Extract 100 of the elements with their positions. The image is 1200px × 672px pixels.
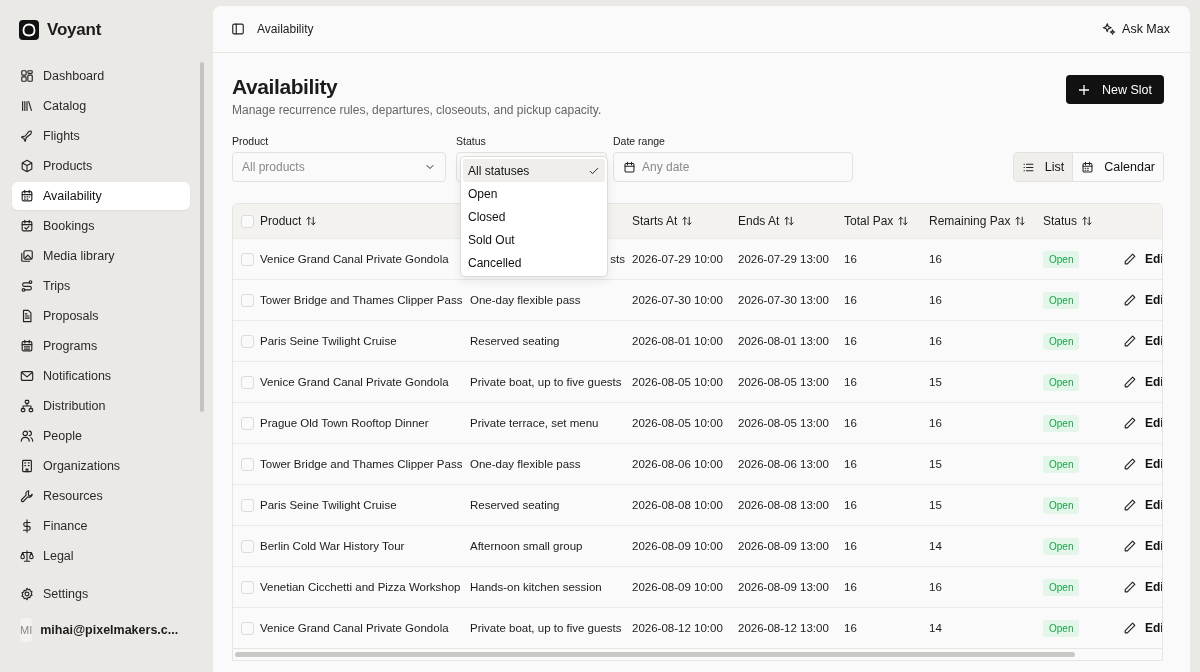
sidebar-item[interactable]: Finance [12,512,190,540]
status-badge: Open [1043,332,1080,350]
field-label: Date range [613,135,666,147]
sidebar-item[interactable]: Media library [12,242,190,270]
sidebar-item[interactable]: Availability [12,182,190,210]
table-cell: 2026-07-29 10:00 [632,253,723,265]
column-header[interactable]: Status [1043,214,1097,228]
dropdown-option[interactable]: Sold Out [463,228,605,251]
edit-button[interactable]: Edi [1123,457,1162,471]
ask-assistant-button[interactable]: Ask Max [1102,22,1170,36]
edit-button[interactable]: Edi [1123,621,1162,635]
checkbox[interactable] [241,416,254,430]
sort-icon [783,215,796,227]
column-header[interactable]: Product [260,214,321,228]
document-icon [20,309,34,323]
table-cell: 2026-07-30 10:00 [632,294,723,306]
grid-icon [20,69,34,83]
sidebar-item[interactable]: Dashboard [12,62,190,90]
edit-button[interactable]: Edi [1123,293,1162,307]
view-toggle[interactable]: List [1013,153,1073,181]
checkbox[interactable] [241,580,254,594]
edit-button[interactable]: Edi [1123,334,1162,348]
checkbox[interactable] [241,621,254,635]
edit-button[interactable]: Edi [1123,580,1162,594]
checkbox[interactable] [241,293,254,307]
network-icon [20,399,34,413]
column-header[interactable]: Ends At [738,214,799,228]
view-toggle[interactable]: Calendar [1072,153,1163,181]
dropdown-option[interactable]: Closed [463,205,605,228]
sidebar-item[interactable]: People [12,422,190,450]
dropdown-option[interactable]: Cancelled [463,251,605,274]
calendar-list-icon [20,339,34,353]
edit-button[interactable]: Edi [1123,252,1162,266]
sidebar-item[interactable]: Catalog [12,92,190,120]
table-cell: Venetian Cicchetti and Pizza Workshop [260,581,461,593]
sidebar-item[interactable]: Programs [12,332,190,360]
table-cell: 16 [929,294,942,306]
table-cell: Prague Old Town Rooftop Dinner [260,417,429,429]
table-cell: 16 [844,540,857,552]
calendar-check-icon [20,219,34,233]
pencil-icon [1123,293,1137,307]
scrollbar[interactable] [200,62,204,412]
checkbox[interactable] [241,214,254,228]
date-range-field[interactable]: Any date [613,152,853,182]
sidebar-item[interactable]: Notifications [12,362,190,390]
user-email[interactable]: mihai@pixelmakers.c... [40,623,179,637]
table-cell: Venice Grand Canal Private Gondola [260,253,449,265]
checkbox[interactable] [241,334,254,348]
dollar-icon [20,519,34,533]
pencil-icon [1123,457,1137,471]
new-slot-button[interactable]: New Slot [1065,75,1164,104]
table-cell: 2026-08-01 10:00 [632,335,723,347]
edit-button[interactable]: Edi [1123,539,1162,553]
route-icon [20,279,34,293]
user-avatar: MI [20,618,33,642]
checkbox[interactable] [241,457,254,471]
sidebar-item[interactable]: Trips [12,272,190,300]
sidebar-item[interactable]: Flights [12,122,190,150]
dropdown-option[interactable]: All statuses [463,159,605,182]
column-header[interactable]: Remaining Pax [929,214,1030,228]
sidebar-item[interactable]: Resources [12,482,190,510]
table-cell: Private boat, up to five guests [470,376,622,388]
table-cell: Reserved seating [470,335,560,347]
sidebar-item[interactable]: Organizations [12,452,190,480]
checkbox[interactable] [241,498,254,512]
table-cell: 16 [844,417,857,429]
table-cell: Afternoon small group [470,540,583,552]
sidebar-item[interactable]: Bookings [12,212,190,240]
table-cell: 2026-07-29 13:00 [738,253,829,265]
edit-button[interactable]: Edi [1123,416,1162,430]
sparkle-icon [1102,22,1117,36]
scrollbar[interactable] [235,652,1075,657]
checkbox[interactable] [241,539,254,553]
table-cell: Tower Bridge and Thames Clipper Pass [260,294,463,306]
column-header[interactable]: Starts At [632,214,697,228]
sort-icon [1081,215,1094,227]
table-cell: 2026-08-12 13:00 [738,622,829,634]
pencil-icon [1123,498,1137,512]
sidebar-item[interactable]: Products [12,152,190,180]
sort-icon [1014,215,1027,227]
checkbox[interactable] [241,375,254,389]
edit-button[interactable]: Edi [1123,375,1162,389]
checkbox[interactable] [241,252,254,266]
column-header[interactable]: Total Pax [844,214,913,228]
settings-icon [20,587,34,601]
calendar-icon [1081,160,1095,174]
sort-icon [305,215,318,227]
calendar-icon [20,189,34,203]
sidebar-item[interactable]: Legal [12,542,190,570]
sidebar-item[interactable]: Distribution [12,392,190,420]
table-cell: Paris Seine Twilight Cruise [260,499,397,511]
table-cell: 14 [929,622,942,634]
dropdown-option[interactable]: Open [463,182,605,205]
settings-item[interactable]: Settings [12,580,190,608]
edit-button[interactable]: Edi [1123,498,1162,512]
table-cell: 16 [929,581,942,593]
table-cell: 16 [844,499,857,511]
sidebar-item[interactable]: Proposals [12,302,190,330]
pencil-icon [1123,539,1137,553]
product-select[interactable]: All products [232,152,446,182]
